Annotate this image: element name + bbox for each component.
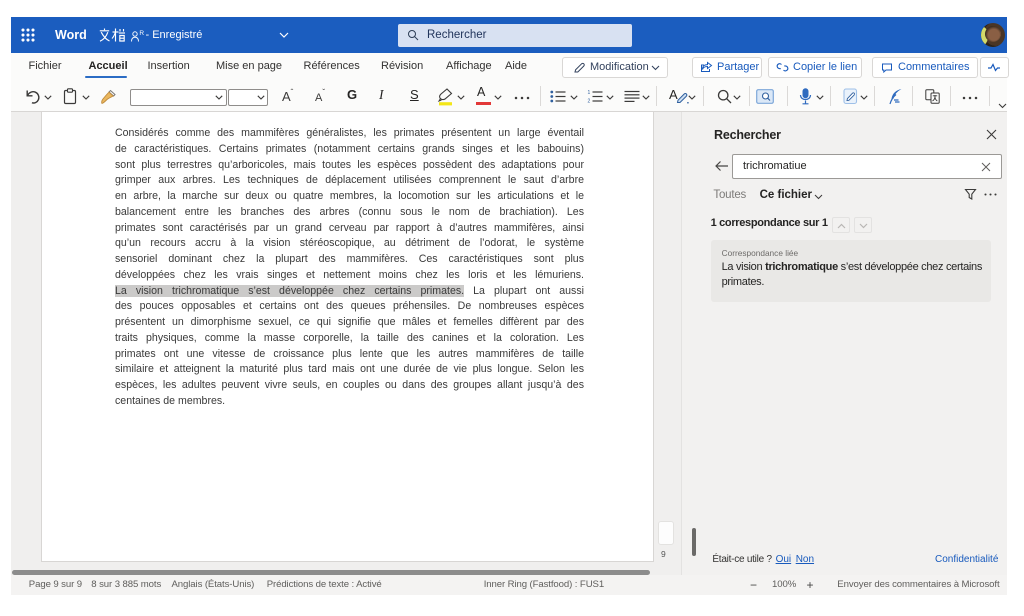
svg-text:2: 2 [588,99,591,104]
svg-text:R: R [139,30,144,37]
svg-text:1: 1 [588,90,591,96]
